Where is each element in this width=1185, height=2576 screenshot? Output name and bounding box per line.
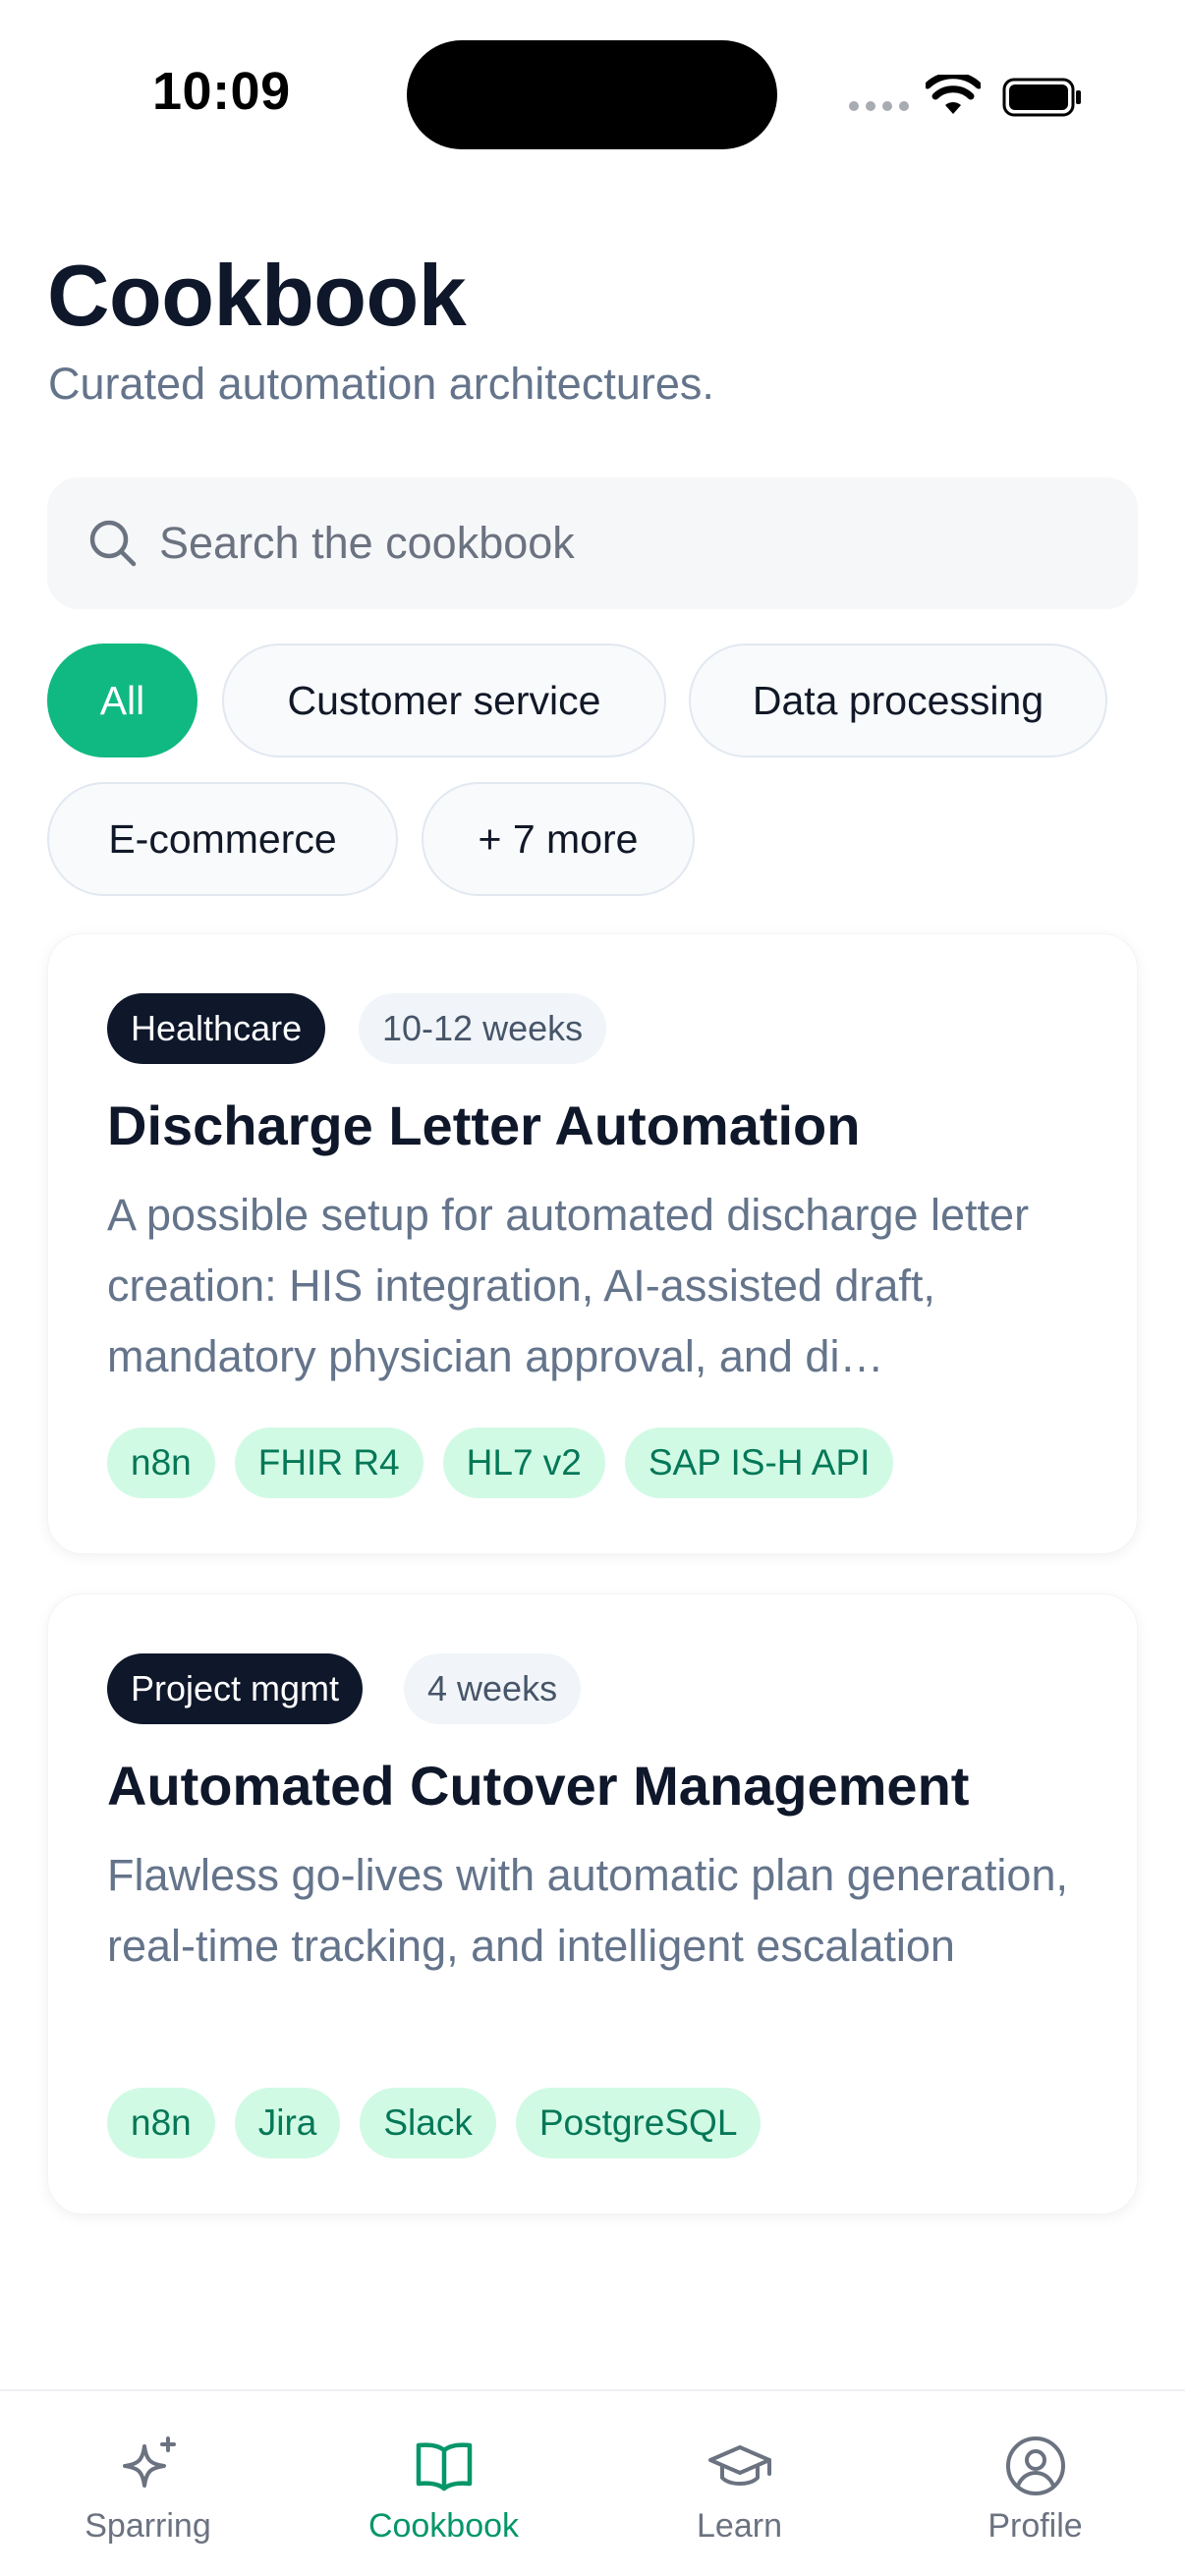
page-title: Cookbook <box>47 247 467 344</box>
wifi-icon <box>926 75 981 114</box>
tech-tag: Jira <box>234 2088 341 2158</box>
tech-tag: n8n <box>107 2088 215 2158</box>
tab-cookbook[interactable]: Cookbook <box>296 2391 592 2576</box>
tech-tag: Slack <box>360 2088 496 2158</box>
recipe-card[interactable]: Healthcare 10-12 weeks Discharge Letter … <box>47 933 1138 1554</box>
cellular-signal-icon <box>849 101 909 111</box>
filter-chip-all[interactable]: All <box>47 644 198 757</box>
user-circle-icon <box>1005 2436 1065 2495</box>
duration-badge: 4 weeks <box>404 1653 582 1724</box>
tech-tag: HL7 v2 <box>442 1428 605 1498</box>
recipe-card[interactable]: Project mgmt 4 weeks Automated Cutover M… <box>47 1594 1138 2214</box>
filter-chip-more[interactable]: + 7 more <box>422 782 695 896</box>
dynamic-island <box>407 40 777 149</box>
tab-label: Cookbook <box>367 2507 520 2545</box>
sparkles-icon <box>122 2436 176 2488</box>
card-title: Automated Cutover Management <box>107 1755 970 1817</box>
bottom-tab-bar: Sparring Cookbook Learn Profile <box>0 2389 1185 2576</box>
battery-icon <box>1002 78 1081 117</box>
tech-tag-list: n8n FHIR R4 HL7 v2 SAP IS-H API <box>107 1428 894 1498</box>
card-description: Flawless go-lives with automatic plan ge… <box>107 1850 1068 1971</box>
book-open-icon <box>416 2442 472 2492</box>
page-subtitle: Curated automation architectures. <box>48 359 714 409</box>
tech-tag: SAP IS-H API <box>624 1428 894 1498</box>
filter-chip-e-commerce[interactable]: E-commerce <box>47 782 398 896</box>
tab-learn[interactable]: Learn <box>592 2391 887 2576</box>
tech-tag-list: n8n Jira Slack PostgreSQL <box>107 2088 762 2158</box>
tab-label: Profile <box>988 2507 1083 2545</box>
tab-label: Learn <box>697 2507 782 2545</box>
card-description: A possible setup for automated discharge… <box>107 1190 1030 1381</box>
duration-badge: 10-12 weeks <box>359 993 607 1064</box>
search-icon <box>89 520 137 567</box>
filter-chip-customer-service[interactable]: Customer service <box>222 644 666 757</box>
filter-chip-data-processing[interactable]: Data processing <box>689 644 1107 757</box>
tech-tag: PostgreSQL <box>515 2088 762 2158</box>
tab-profile[interactable]: Profile <box>887 2391 1183 2576</box>
search-input[interactable] <box>159 477 1102 609</box>
tab-sparring[interactable]: Sparring <box>0 2391 296 2576</box>
tab-label: Sparring <box>85 2507 211 2545</box>
search-bar[interactable] <box>47 477 1138 609</box>
status-time: 10:09 <box>152 62 291 121</box>
card-title: Discharge Letter Automation <box>107 1094 861 1156</box>
status-bar: 10:09 <box>0 0 1185 187</box>
graduation-cap-icon <box>707 2445 771 2486</box>
tech-tag: FHIR R4 <box>234 1428 423 1498</box>
category-badge: Project mgmt <box>107 1653 364 1724</box>
category-badge: Healthcare <box>107 993 326 1064</box>
tech-tag: n8n <box>107 1428 215 1498</box>
